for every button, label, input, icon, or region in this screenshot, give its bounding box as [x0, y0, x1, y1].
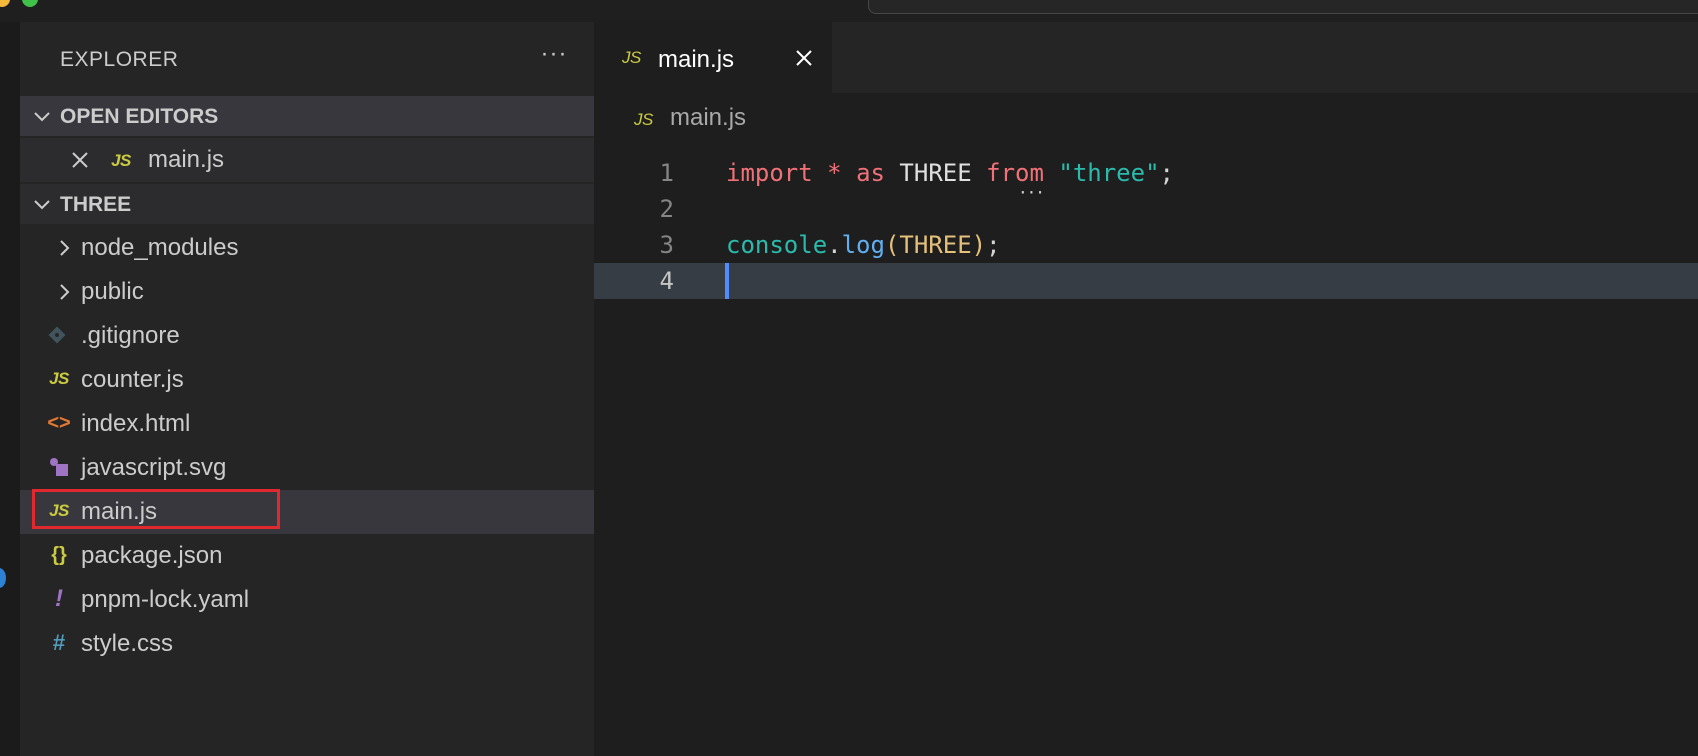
code-token: "three" [1058, 159, 1160, 187]
file-label: package.json [81, 542, 223, 569]
activity-bar [0, 22, 20, 756]
file-label: counter.js [81, 366, 184, 393]
code-line-current[interactable]: 4 [594, 263, 1698, 299]
js-file-icon: JS [622, 48, 641, 67]
code-token: ; [1159, 159, 1174, 187]
folder-label: node_modules [81, 234, 239, 261]
file-label: index.html [81, 410, 191, 437]
code-content: import * as THREE from "three"; [726, 159, 1174, 187]
js-file-icon: JS [111, 151, 131, 170]
breadcrumb-label: main.js [670, 104, 747, 131]
close-icon[interactable] [792, 46, 816, 70]
chevron-down-icon [34, 112, 50, 122]
code-line[interactable]: 3 console.log(THREE); [594, 227, 1698, 263]
tab-label: main.js [658, 46, 735, 73]
text-cursor [725, 263, 729, 299]
line-number: 1 [659, 159, 674, 187]
file-style-css[interactable]: # style.css [20, 622, 594, 666]
file-label: style.css [81, 630, 174, 657]
window-minimize-icon[interactable] [0, 0, 10, 7]
line-number: 4 [659, 267, 674, 295]
editor-pane: JS main.js JS main.js 1 import * as THRE… [594, 22, 1698, 756]
tab-main-js[interactable]: JS main.js [594, 22, 832, 93]
js-file-icon: JS [49, 369, 69, 388]
json-file-icon: {} [51, 543, 67, 566]
open-editors-header[interactable]: OPEN EDITORS [20, 96, 594, 136]
file-pnpm-lock-yaml[interactable]: ! pnpm-lock.yaml [20, 578, 594, 622]
js-file-icon: JS [634, 110, 653, 129]
file-label: .gitignore [81, 322, 180, 349]
code-token: log [841, 231, 885, 259]
selection-highlight-box [32, 489, 280, 529]
notification-badge[interactable] [0, 568, 6, 588]
file-index-html[interactable]: <> index.html [20, 402, 594, 446]
chevron-right-icon [60, 240, 70, 256]
project-header[interactable]: THREE [20, 184, 594, 224]
folder-public[interactable]: public [20, 270, 594, 314]
code-token: ( [884, 231, 900, 259]
code-token: * [827, 159, 842, 187]
code-line[interactable]: 2 [594, 191, 1698, 227]
line-number: 3 [659, 231, 674, 259]
project-label: THREE [60, 193, 132, 216]
code-token: THREE [899, 231, 972, 259]
chevron-right-icon [60, 284, 70, 300]
css-file-icon: # [52, 630, 66, 655]
open-editor-label: main.js [148, 146, 225, 173]
folder-label: public [81, 278, 144, 305]
code-token: console [726, 231, 828, 259]
svg-file-icon [50, 458, 68, 476]
command-center-search[interactable] [868, 0, 1698, 14]
close-icon[interactable] [70, 150, 90, 170]
window-maximize-icon[interactable] [22, 0, 38, 7]
folder-node-modules[interactable]: node_modules [20, 226, 594, 270]
open-editor-item-main-js[interactable]: JS main.js [20, 138, 594, 182]
open-editors-label: OPEN EDITORS [60, 105, 219, 128]
file-javascript-svg[interactable]: javascript.svg [20, 446, 594, 490]
code-token: THREE [899, 159, 972, 187]
code-token: ) [971, 231, 987, 259]
code-content: console.log(THREE); [726, 231, 1001, 259]
html-file-icon: <> [47, 411, 71, 434]
more-actions-icon[interactable]: ··· [534, 42, 574, 72]
git-file-icon [48, 326, 66, 344]
line-number: 2 [659, 195, 674, 223]
yaml-file-icon: ! [55, 585, 63, 612]
code-token: as [856, 159, 885, 187]
code-token: ; [986, 231, 1001, 259]
file-package-json[interactable]: {} package.json [20, 534, 594, 578]
code-line[interactable]: 1 import * as THREE from "three"; ··· [594, 155, 1698, 202]
explorer-sidebar: EXPLORER ··· OPEN EDITORS JS main.js THR… [20, 22, 594, 756]
file-label: javascript.svg [81, 454, 227, 481]
code-token: import [726, 159, 813, 187]
explorer-title: EXPLORER [60, 48, 179, 71]
file-counter-js[interactable]: JS counter.js [20, 358, 594, 402]
chevron-down-icon [34, 200, 50, 210]
code-token: . [827, 231, 842, 259]
tab-bar: JS main.js [594, 22, 1698, 93]
title-bar [0, 0, 1698, 22]
file-label: pnpm-lock.yaml [81, 586, 250, 613]
file-gitignore[interactable]: .gitignore [20, 314, 594, 358]
